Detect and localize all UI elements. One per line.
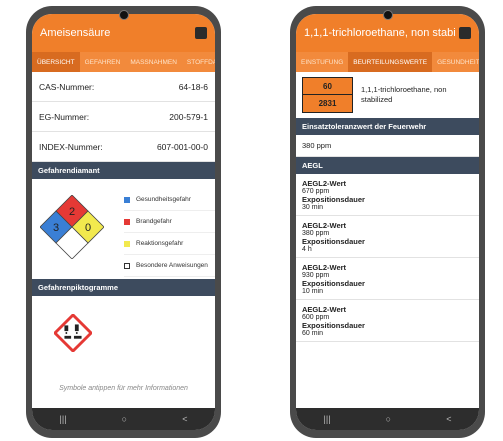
android-nav-bar: ||| ○ < xyxy=(32,408,215,430)
recent-apps-icon[interactable]: ||| xyxy=(60,414,67,424)
back-icon[interactable]: < xyxy=(182,414,187,424)
aegl-item: AEGL2-Wert 930 ppm Expositionsdauer 10 m… xyxy=(296,258,479,300)
pictogram-area: Symbole antippen für mehr Informationen xyxy=(32,296,215,396)
nfpa-health-value: 3 xyxy=(53,222,59,234)
cas-label: CAS-Nummer: xyxy=(39,81,95,92)
orange-plate: 60 2831 xyxy=(302,77,354,113)
legend-health-swatch xyxy=(124,196,130,203)
legend-special-swatch xyxy=(124,262,130,269)
pdf-icon[interactable] xyxy=(195,27,207,39)
section-hazard-diamond: Gefahrendiamant xyxy=(32,162,215,179)
aegl-value: 930 ppm xyxy=(302,272,330,279)
legend-health-label: Gesundheitsgefahr xyxy=(136,196,191,203)
index-value: 607-001-00-0 xyxy=(156,141,208,152)
legend-health: Gesundheitsgefahr xyxy=(124,189,215,211)
diamond-legend: Gesundheitsgefahr Brandgefahr Reaktionsg… xyxy=(124,189,215,277)
aegl-item: AEGL2-Wert 380 ppm Expositionsdauer 4 h xyxy=(296,216,479,258)
aegl-value: 380 ppm xyxy=(302,230,330,237)
cas-value: 64-18-6 xyxy=(178,81,208,92)
cas-row: CAS-Nummer: 64-18-6 xyxy=(32,72,215,102)
home-icon[interactable]: ○ xyxy=(122,414,127,424)
android-nav-bar: ||| ○ < xyxy=(296,408,479,430)
legend-fire: Brandgefahr xyxy=(124,211,215,233)
tab-health[interactable]: GESUNDHEIT xyxy=(432,52,479,72)
exposure-label: Expositionsdauer xyxy=(302,279,365,288)
exposure-duration: 60 min xyxy=(302,330,324,337)
index-row: INDEX-Nummer: 607-001-00-0 xyxy=(32,132,215,162)
exposure-duration: 4 h xyxy=(302,246,312,253)
legend-special: Besondere Anweisungen xyxy=(124,255,215,277)
tab-bar: ÜBERSICHT GEFAHREN MASSNAHMEN STOFFDA xyxy=(32,52,215,72)
pictogram-hint: Symbole antippen für mehr Informationen xyxy=(59,385,188,392)
hazard-diamond-area: 2 3 0 Gesundheitsgefahr Brandgefahr Reak… xyxy=(32,179,215,279)
recent-apps-icon[interactable]: ||| xyxy=(324,414,331,424)
exposure-label: Expositionsdauer xyxy=(302,237,365,246)
exposure-label: Expositionsdauer xyxy=(302,321,365,330)
legend-reactivity-label: Reaktionsgefahr xyxy=(136,240,184,247)
tab-assessment-values[interactable]: BEURTEILUNGSWERTE xyxy=(348,52,433,72)
page-title: Ameisensäure xyxy=(40,27,111,39)
tab-bar: EINSTUFUNG BEURTEILUNGSWERTE GESUNDHEIT xyxy=(296,52,479,72)
legend-fire-label: Brandgefahr xyxy=(136,218,172,225)
tab-classification[interactable]: EINSTUFUNG xyxy=(296,52,348,72)
legend-fire-swatch xyxy=(124,218,130,225)
index-label: INDEX-Nummer: xyxy=(39,141,103,152)
left-screen: Ameisensäure ÜBERSICHT GEFAHREN MASSNAHM… xyxy=(32,14,215,430)
hazard-number: 60 xyxy=(303,78,353,95)
aegl-title: AEGL2-Wert xyxy=(302,179,347,188)
section-fire-brigade-tolerance: Einsatztoleranzwert der Feuerwehr xyxy=(296,118,479,135)
exposure-duration: 10 min xyxy=(302,288,324,295)
exposure-label: Expositionsdauer xyxy=(302,195,365,204)
hazard-id-box: 60 2831 1,1,1-trichloroethane, non stabi… xyxy=(296,72,479,118)
home-icon[interactable]: ○ xyxy=(386,414,391,424)
substance-name: 1,1,1-trichloroethane, non stabilized xyxy=(361,85,447,104)
eg-label: EG-Nummer: xyxy=(39,111,90,122)
eg-row: EG-Nummer: 200-579-1 xyxy=(32,102,215,132)
tolerance-value: 380 ppm xyxy=(296,135,479,157)
aegl-title: AEGL2-Wert xyxy=(302,305,347,314)
nfpa-fire-value: 2 xyxy=(69,206,75,218)
camera-icon xyxy=(118,10,129,20)
nfpa-reactivity-value: 0 xyxy=(85,222,91,234)
nfpa-diamond-icon[interactable]: 2 3 0 xyxy=(40,195,104,259)
right-screen: 1,1,1-trichloroethane, non stabilized EI… xyxy=(296,14,479,430)
tab-overview[interactable]: ÜBERSICHT xyxy=(32,52,80,72)
tab-substance-data[interactable]: STOFFDA xyxy=(182,52,215,72)
tab-hazards[interactable]: GEFAHREN xyxy=(80,52,126,72)
page-title: 1,1,1-trichloroethane, non stabilized xyxy=(304,27,455,39)
aegl-title: AEGL2-Wert xyxy=(302,263,347,272)
legend-reactivity: Reaktionsgefahr xyxy=(124,233,215,255)
pdf-icon[interactable] xyxy=(459,27,471,39)
camera-icon xyxy=(382,10,393,20)
aegl-item: AEGL2-Wert 670 ppm Expositionsdauer 30 m… xyxy=(296,174,479,216)
section-aegl: AEGL xyxy=(296,157,479,174)
eg-value: 200-579-1 xyxy=(169,111,208,122)
aegl-value: 670 ppm xyxy=(302,188,330,195)
exposure-duration: 30 min xyxy=(302,204,324,211)
corrosive-pictogram-icon[interactable] xyxy=(54,314,92,352)
tab-measures[interactable]: MASSNAHMEN xyxy=(125,52,182,72)
back-icon[interactable]: < xyxy=(446,414,451,424)
aegl-value: 600 ppm xyxy=(302,314,330,321)
right-phone: 1,1,1-trichloroethane, non stabilized EI… xyxy=(290,6,485,438)
section-pictograms: Gefahrenpiktogramme xyxy=(32,279,215,296)
aegl-title: AEGL2-Wert xyxy=(302,221,347,230)
legend-reactivity-swatch xyxy=(124,240,130,247)
aegl-item: AEGL2-Wert 600 ppm Expositionsdauer 60 m… xyxy=(296,300,479,342)
legend-special-label: Besondere Anweisungen xyxy=(136,262,208,269)
left-phone: Ameisensäure ÜBERSICHT GEFAHREN MASSNAHM… xyxy=(26,6,221,438)
un-number: 2831 xyxy=(318,99,337,108)
